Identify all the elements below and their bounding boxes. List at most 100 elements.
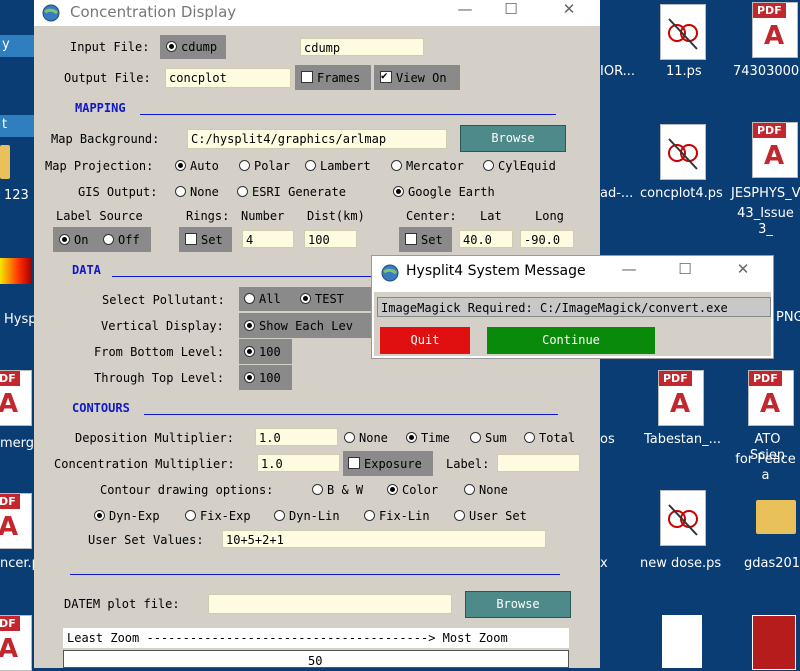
frames-checkbox[interactable]: Frames xyxy=(301,71,360,85)
radio-icon xyxy=(454,510,465,521)
drawing-option-none[interactable]: None xyxy=(464,483,508,497)
dialog-close-button[interactable]: ✕ xyxy=(720,260,766,286)
center-label: Center: xyxy=(406,209,457,223)
gis-option-none[interactable]: None xyxy=(175,185,219,199)
projection-option-polar[interactable]: Polar xyxy=(239,159,290,173)
deposition-option-sum[interactable]: Sum xyxy=(470,431,507,445)
pdf-file-icon[interactable]: PDFA xyxy=(0,615,32,671)
desktop-icon-label[interactable]: PNG xyxy=(776,310,800,326)
desktop-icon-label[interactable]: os xyxy=(600,432,615,448)
pdf-file-icon[interactable]: PDFA xyxy=(0,370,32,426)
view-on-checkbox[interactable]: View On xyxy=(380,69,447,85)
folder-icon[interactable] xyxy=(756,500,796,534)
datem-plot-file-field[interactable] xyxy=(208,594,452,614)
desktop-icon-label[interactable]: merg xyxy=(0,436,34,452)
map-background-browse-button[interactable]: Browse xyxy=(460,125,566,152)
radio-selected-icon xyxy=(244,320,255,331)
desktop-icon-label[interactable]: 74303000 xyxy=(733,64,799,80)
contour-label-field[interactable] xyxy=(497,454,580,472)
pollutant-option-test[interactable]: TEST xyxy=(300,292,344,306)
desktop-icon-label[interactable]: 11.ps xyxy=(666,64,702,80)
desktop-icon-label[interactable]: for Peace a xyxy=(731,452,800,484)
user-set-values-field[interactable]: 10+5+2+1 xyxy=(222,530,546,548)
desktop-icon-label[interactable]: 123 xyxy=(4,188,29,204)
deposition-option-total[interactable]: Total xyxy=(524,431,575,445)
minimize-button[interactable]: — xyxy=(442,0,488,26)
projection-option-mercator[interactable]: Mercator xyxy=(391,159,464,173)
gis-option-esri[interactable]: ESRI Generate xyxy=(237,185,346,199)
output-file-field[interactable]: concplot xyxy=(165,68,291,88)
radio-icon xyxy=(185,510,196,521)
archive-icon[interactable] xyxy=(752,615,796,670)
desktop-icon-label[interactable]: new dose.ps xyxy=(640,556,721,572)
ps-file-icon[interactable] xyxy=(660,490,706,546)
desktop-icon-label[interactable]: IOR... xyxy=(600,64,635,80)
zoom-slider[interactable]: 50 xyxy=(63,650,569,668)
dialog-title: Hysplit4 System Message xyxy=(406,263,586,279)
desktop-icon-label[interactable]: gdas201 xyxy=(744,556,800,572)
levels-option-dyn-lin[interactable]: Dyn-Lin xyxy=(274,509,340,523)
rings-dist-field[interactable]: 100 xyxy=(304,230,357,248)
levels-option-fix-lin[interactable]: Fix-Lin xyxy=(364,509,430,523)
radio-selected-icon xyxy=(244,346,255,357)
radio-selected-icon xyxy=(393,186,404,197)
projection-option-cylequid[interactable]: CylEquid xyxy=(483,159,556,173)
continue-button[interactable]: Continue xyxy=(487,327,655,354)
input-file-field[interactable]: cdump xyxy=(300,38,424,56)
map-background-field[interactable]: C:/hysplit4/graphics/arlmap xyxy=(187,129,447,149)
projection-option-auto[interactable]: Auto xyxy=(175,159,219,173)
label-source-on-radio[interactable]: On xyxy=(59,233,88,247)
desktop-icon-label[interactable]: concplot4.ps xyxy=(640,186,723,202)
top-level-option[interactable]: 100 xyxy=(244,371,281,385)
pdf-file-icon[interactable]: PDFA xyxy=(748,370,794,426)
drawing-option-color[interactable]: Color xyxy=(387,483,438,497)
levels-option-fix-exp[interactable]: Fix-Exp xyxy=(185,509,251,523)
drawing-option-bw[interactable]: B & W xyxy=(312,483,363,497)
exposure-checkbox[interactable]: Exposure xyxy=(348,457,422,471)
radio-icon xyxy=(391,160,402,171)
gis-output-label: GIS Output: xyxy=(78,185,158,199)
levels-option-user-set[interactable]: User Set xyxy=(454,509,527,523)
pdf-file-icon[interactable]: PDFA xyxy=(752,122,798,178)
radio-selected-icon xyxy=(387,484,398,495)
dialog-maximize-button[interactable]: ☐ xyxy=(662,260,708,286)
pdf-file-icon[interactable]: PDFA xyxy=(752,2,798,58)
pollutant-option-all[interactable]: All xyxy=(244,292,281,306)
desktop-icon-label[interactable]: 43_Issue 3_ xyxy=(731,206,800,238)
pdf-file-icon[interactable]: PDFA xyxy=(658,370,704,426)
image-thumbnail-icon[interactable] xyxy=(0,258,32,284)
dialog-minimize-button[interactable]: — xyxy=(606,260,652,286)
desktop-icon-label[interactable]: Hysp xyxy=(4,312,37,328)
rings-number-field[interactable]: 4 xyxy=(242,230,294,248)
label-source-off-radio[interactable]: Off xyxy=(103,233,140,247)
bottom-level-group: 100 xyxy=(239,339,292,364)
deposition-option-none[interactable]: None xyxy=(344,431,388,445)
close-button[interactable]: ✕ xyxy=(546,0,592,26)
pdf-file-icon[interactable]: PDFA xyxy=(0,493,32,549)
quit-button[interactable]: Quit xyxy=(380,327,470,354)
deposition-multiplier-field[interactable]: 1.0 xyxy=(255,428,338,446)
concentration-multiplier-field[interactable]: 1.0 xyxy=(257,454,340,472)
ps-file-icon[interactable] xyxy=(660,124,706,180)
rings-set-checkbox[interactable]: Set xyxy=(185,233,223,247)
center-set-checkbox[interactable]: Set xyxy=(405,233,443,247)
bottom-level-option[interactable]: 100 xyxy=(244,345,281,359)
center-long-field[interactable]: -90.0 xyxy=(520,230,574,248)
radio-selected-icon xyxy=(94,510,105,521)
gis-option-google-earth[interactable]: Google Earth xyxy=(393,185,495,199)
projection-option-lambert[interactable]: Lambert xyxy=(305,159,371,173)
folder-icon[interactable] xyxy=(0,145,10,179)
center-lat-field[interactable]: 40.0 xyxy=(459,230,513,248)
datem-browse-button[interactable]: Browse xyxy=(465,591,571,618)
input-file-radio[interactable]: cdump xyxy=(166,40,217,54)
desktop-icon-label[interactable]: Tabestan_... xyxy=(644,432,721,448)
desktop-icon-label[interactable]: x xyxy=(600,556,608,572)
deposition-option-time[interactable]: Time xyxy=(406,431,450,445)
desktop-icon-label[interactable]: JESPHYS_V xyxy=(731,186,800,202)
maximize-button[interactable]: ☐ xyxy=(488,0,534,26)
vertical-display-option[interactable]: Show Each Lev xyxy=(244,319,353,333)
levels-option-dyn-exp[interactable]: Dyn-Exp xyxy=(94,509,160,523)
desktop-icon-label[interactable]: ad-... xyxy=(600,186,633,202)
blank-file-icon[interactable] xyxy=(662,615,702,668)
ps-file-icon[interactable] xyxy=(660,4,706,60)
